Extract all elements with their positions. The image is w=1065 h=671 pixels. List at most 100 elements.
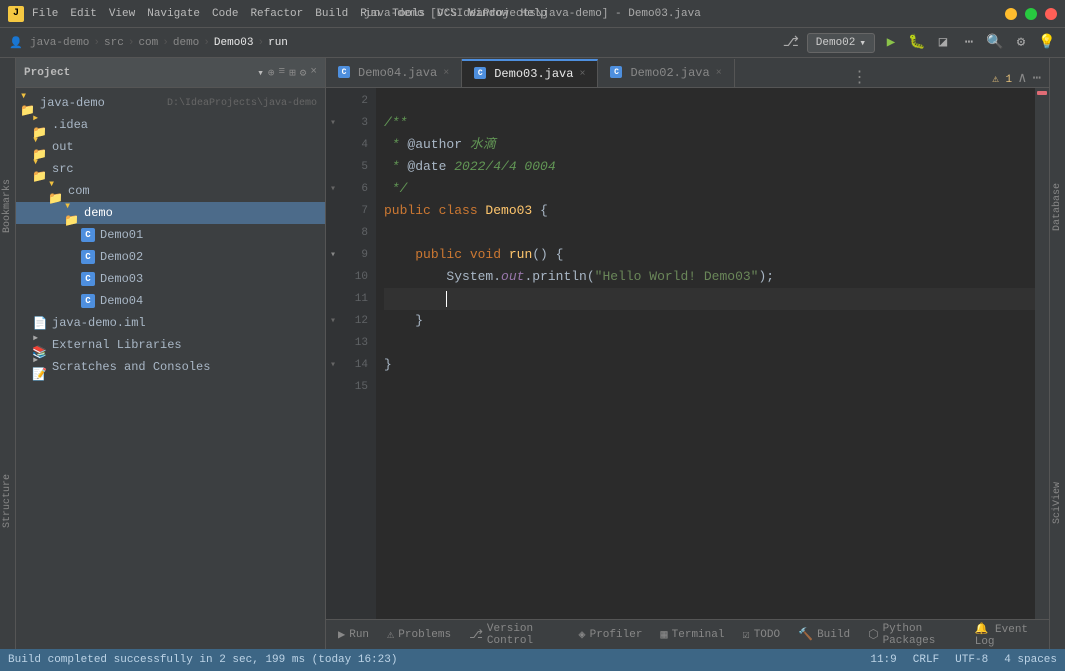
tree-item-idea[interactable]: ▸📁 .idea xyxy=(16,114,325,136)
line-number-gutter: 2 ▾3 4 5 ▾6 7 8 ▾9 10 11 ▾12 13 ▾14 15 xyxy=(326,88,376,619)
editor-settings-icon[interactable]: ∧ xyxy=(1018,70,1026,87)
search-button[interactable]: 🔍 xyxy=(985,33,1005,53)
demo-label: demo xyxy=(84,206,317,220)
demo03-class-icon: C xyxy=(80,271,96,287)
tree-item-demo01[interactable]: C Demo01 xyxy=(16,224,325,246)
code-editor[interactable]: /** * @author 水滴 * @date 2022/4/4 0004 *… xyxy=(376,88,1035,619)
line-ending[interactable]: CRLF xyxy=(913,654,939,666)
breadcrumb-method[interactable]: run xyxy=(268,37,288,49)
editor-expand-icon[interactable]: ⋯ xyxy=(1033,70,1041,87)
menu-file[interactable]: File xyxy=(32,8,58,20)
maximize-button[interactable] xyxy=(1025,8,1037,20)
breadcrumb-class[interactable]: Demo03 xyxy=(214,37,254,49)
breadcrumb-project[interactable]: java-demo xyxy=(30,37,89,49)
tree-item-out[interactable]: ▾📁 out xyxy=(16,136,325,158)
menu-build[interactable]: Build xyxy=(315,8,348,20)
project-panel-header: Project ▾ ⊕ ≡ ⊞ ⚙ × xyxy=(16,58,325,88)
python-tab-icon: ⬡ xyxy=(868,627,878,642)
demo04-class-icon: C xyxy=(80,293,96,309)
tab-demo03-close[interactable]: × xyxy=(579,69,585,80)
more-actions-button[interactable]: ⋯ xyxy=(959,33,979,53)
editor-empty-space[interactable] xyxy=(384,398,1035,598)
tab-demo03-label: Demo03.java xyxy=(494,67,573,81)
cursor-position: 11:9 xyxy=(870,654,896,666)
collapse-icon[interactable]: ≡ xyxy=(279,66,286,80)
run-tab-label: Run xyxy=(349,629,369,641)
breadcrumb-demo[interactable]: demo xyxy=(173,37,199,49)
out-folder-icon: ▾📁 xyxy=(32,139,48,155)
profiler-tab[interactable]: ◈ Profiler xyxy=(570,622,650,648)
python-packages-tab[interactable]: ⬡ Python Packages xyxy=(860,622,965,648)
project-panel: Project ▾ ⊕ ≡ ⊞ ⚙ × ▾📁 java-demo D:\Idea… xyxy=(16,58,326,649)
tree-item-com[interactable]: ▾📁 com xyxy=(16,180,325,202)
editor-content[interactable]: 2 ▾3 4 5 ▾6 7 8 ▾9 10 11 ▾12 13 ▾14 15 xyxy=(326,88,1049,619)
todo-tab-label: TODO xyxy=(754,629,780,641)
problems-tab[interactable]: ⚠ Problems xyxy=(379,622,459,648)
bookmarks-label[interactable]: Bookmarks xyxy=(2,175,13,237)
tree-item-demo04[interactable]: C Demo04 xyxy=(16,290,325,312)
tab-demo04-close[interactable]: × xyxy=(443,68,449,79)
code-line-8 xyxy=(384,222,1035,244)
version-control-tab[interactable]: ⎇ Version Control xyxy=(461,622,568,648)
menu-edit[interactable]: Edit xyxy=(70,8,96,20)
tree-item-iml[interactable]: 📄 java-demo.iml xyxy=(16,312,325,334)
idea-folder-icon: ▸📁 xyxy=(32,117,48,133)
add-icon[interactable]: ⊕ xyxy=(268,66,275,80)
debug-button[interactable]: 🐛 xyxy=(907,33,927,53)
settings-button[interactable]: ⚙ xyxy=(1011,33,1031,53)
tab-demo02[interactable]: C Demo02.java × xyxy=(598,59,734,87)
run-button[interactable]: ▶ xyxy=(881,33,901,53)
structure-label[interactable]: Structure xyxy=(2,470,13,532)
code-line-11 xyxy=(384,288,1035,310)
window-controls[interactable] xyxy=(1005,8,1057,20)
event-log-label[interactable]: 🔔 Event Log xyxy=(975,622,1037,648)
menu-refactor[interactable]: Refactor xyxy=(250,8,303,20)
menu-view[interactable]: View xyxy=(109,8,135,20)
code-line-10: System.out.println("Hello World! Demo03"… xyxy=(384,266,1035,288)
menu-code[interactable]: Code xyxy=(212,8,238,20)
profiler-tab-icon: ◈ xyxy=(578,627,585,642)
vcs-tab-icon: ⎇ xyxy=(469,627,483,642)
demo-folder-icon: ▾📁 xyxy=(64,205,80,221)
terminal-tab[interactable]: ▦ Terminal xyxy=(652,622,732,648)
tree-item-extlibs[interactable]: ▸📚 External Libraries xyxy=(16,334,325,356)
tab-demo04[interactable]: C Demo04.java × xyxy=(326,59,462,87)
run-tab[interactable]: ▶ Run xyxy=(330,622,377,648)
tab-demo02-close[interactable]: × xyxy=(716,68,722,79)
root-path: D:\IdeaProjects\java-demo xyxy=(167,98,317,109)
tree-item-scratches[interactable]: ▸📝 Scratches and Consoles xyxy=(16,356,325,378)
project-panel-title: Project xyxy=(24,67,253,79)
tab-overflow-menu[interactable]: ⋮ xyxy=(844,67,876,87)
toolbar-right: ⎇ Demo02 ▾ ▶ 🐛 ◪ ⋯ 🔍 ⚙ 💡 xyxy=(781,33,1057,53)
tab-demo03[interactable]: C Demo03.java × xyxy=(462,59,598,87)
sciview-label[interactable]: SciView xyxy=(1052,478,1063,528)
tree-item-demo02[interactable]: C Demo02 xyxy=(16,246,325,268)
run-config-label: Demo02 xyxy=(816,37,856,49)
todo-tab[interactable]: ☑ TODO xyxy=(734,622,788,648)
tree-item-demo03[interactable]: C Demo03 xyxy=(16,268,325,290)
close-panel-icon[interactable]: × xyxy=(310,66,317,80)
build-tab[interactable]: 🔨 Build xyxy=(790,622,858,648)
database-label[interactable]: Database xyxy=(1052,179,1063,235)
project-panel-actions[interactable]: ⊕ ≡ ⊞ ⚙ × xyxy=(268,66,317,80)
menu-navigate[interactable]: Navigate xyxy=(147,8,200,20)
tree-item-root[interactable]: ▾📁 java-demo D:\IdeaProjects\java-demo xyxy=(16,92,325,114)
breadcrumb-com[interactable]: com xyxy=(138,37,158,49)
settings-icon[interactable]: ⚙ xyxy=(300,66,307,80)
nav-icon-search[interactable]: 👤 xyxy=(8,35,24,51)
indent-setting[interactable]: 4 spaces xyxy=(1004,654,1057,666)
breadcrumb-src[interactable]: src xyxy=(104,37,124,49)
minimize-button[interactable] xyxy=(1005,8,1017,20)
help-button[interactable]: 💡 xyxy=(1037,33,1057,53)
code-line-14: } xyxy=(384,354,1035,376)
tab-bar: C Demo04.java × C Demo03.java × C Demo02… xyxy=(326,58,1049,88)
project-dropdown-icon[interactable]: ▾ xyxy=(257,66,264,80)
vcs-icon[interactable]: ⎇ xyxy=(781,33,801,53)
run-config-dropdown-icon[interactable]: ▾ xyxy=(859,36,866,50)
terminal-tab-label: Terminal xyxy=(672,629,725,641)
file-charset[interactable]: UTF-8 xyxy=(955,654,988,666)
close-button[interactable] xyxy=(1045,8,1057,20)
group-icon[interactable]: ⊞ xyxy=(289,66,296,80)
run-config[interactable]: Demo02 ▾ xyxy=(807,33,875,53)
coverage-button[interactable]: ◪ xyxy=(933,33,953,53)
